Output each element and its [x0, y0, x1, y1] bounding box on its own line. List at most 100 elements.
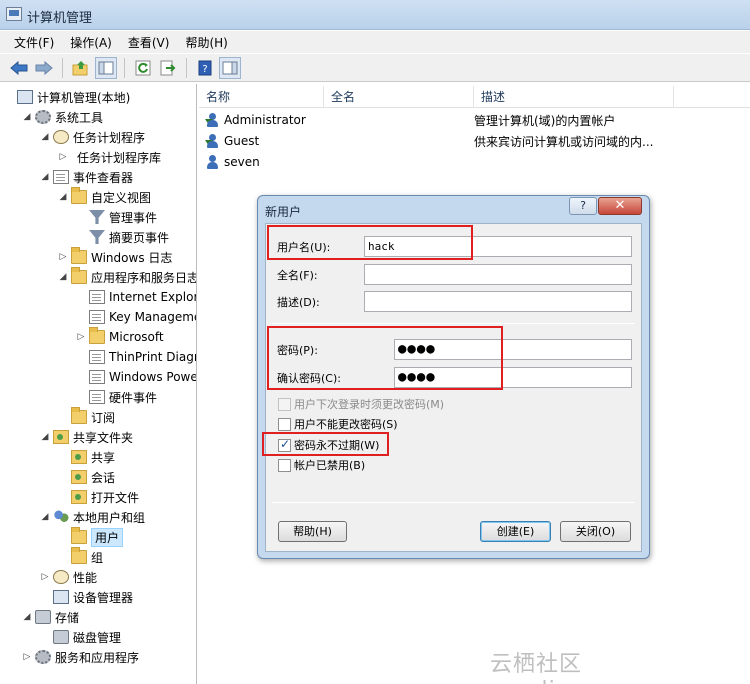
tree-item[interactable]: 订阅	[58, 407, 115, 427]
expand-arrow-icon[interactable]: ▷	[76, 332, 86, 342]
expand-arrow-icon[interactable]: ▷	[40, 572, 50, 582]
user-description-cell: 供来宾访问计算机或访问域的内...	[474, 134, 654, 149]
tree-item[interactable]: ◢ 共享文件夹	[40, 427, 133, 447]
action-pane-button[interactable]	[219, 56, 241, 79]
fullname-input[interactable]	[364, 264, 632, 285]
tree-item-label: Internet Explor	[109, 290, 197, 304]
computer-management-icon	[6, 7, 22, 21]
new-user-dialog: 新用户 ? ✕ 用户名(U): hack 全名(F): 描述(D): 密码(P)…	[257, 195, 650, 559]
tree-item[interactable]: 硬件事件	[76, 387, 157, 407]
refresh-icon	[135, 60, 151, 75]
filter-icon	[89, 210, 105, 224]
column-header-fullname[interactable]: 全名	[324, 86, 474, 108]
expand-arrow-icon[interactable]: ▷	[58, 252, 68, 262]
folder-icon	[71, 247, 87, 264]
user-name-text: seven	[224, 155, 260, 169]
tree-item[interactable]: ◢ 本地用户和组	[40, 507, 145, 527]
tree-item[interactable]: ThinPrint Diagr	[76, 347, 196, 367]
tree-item[interactable]: 设备管理器	[40, 587, 133, 607]
folder-icon	[71, 267, 87, 284]
table-row[interactable]: Administrator 管理计算机(域)的内置帐户	[199, 110, 750, 130]
tree-item[interactable]: Key Manageme	[76, 307, 196, 327]
menu-view[interactable]: 查看(V)	[122, 32, 176, 53]
tree-item[interactable]: Windows Powe	[76, 367, 197, 387]
menu-help[interactable]: 帮助(H)	[179, 32, 233, 53]
account-disabled-checkbox[interactable]: 帐户已禁用(B)	[278, 457, 365, 473]
forward-button[interactable]	[33, 57, 55, 79]
tree-item[interactable]: ◢ 应用程序和服务日志	[58, 267, 197, 287]
tree-item[interactable]: ▷ 性能	[40, 567, 97, 587]
tree-item[interactable]: ▷ Windows 日志	[58, 247, 172, 267]
disabled-arrow-icon	[205, 119, 213, 125]
tree-item[interactable]: ◢ 事件查看器	[40, 167, 133, 187]
user-name-text: Administrator	[224, 113, 306, 127]
tree-item-label: Windows 日志	[91, 250, 173, 265]
tree-item[interactable]: ◢ 自定义视图	[58, 187, 151, 207]
collapse-arrow-icon[interactable]: ◢	[40, 172, 50, 182]
create-button[interactable]: 创建(E)	[480, 521, 551, 542]
up-level-button[interactable]	[70, 57, 92, 79]
console-tree[interactable]: 计算机管理(本地) ◢ 系统工具 ◢ 任务计划程序 ▷ 任务计划程序库 ◢ 事件查看器 ◢ 自定义视…	[0, 84, 197, 684]
share-icon	[71, 490, 87, 504]
folder-icon	[71, 407, 87, 424]
collapse-arrow-icon[interactable]: ◢	[40, 132, 50, 142]
export-icon	[160, 60, 176, 75]
back-button[interactable]	[8, 57, 30, 79]
tree-item[interactable]: 共享	[58, 447, 115, 467]
help-dialog-button[interactable]: 帮助(H)	[278, 521, 347, 542]
menu-action[interactable]: 操作(A)	[64, 32, 118, 53]
tree-item-label: 应用程序和服务日志	[91, 270, 197, 285]
collapse-arrow-icon[interactable]: ◢	[22, 112, 32, 122]
collapse-arrow-icon[interactable]: ◢	[40, 512, 50, 522]
tree-item[interactable]: 组	[58, 547, 103, 567]
filter-icon	[89, 230, 105, 244]
device-icon	[53, 590, 69, 604]
expand-arrow-icon[interactable]: ▷	[58, 152, 68, 162]
tree-item[interactable]: 管理事件	[76, 207, 157, 227]
tree-item[interactable]: Internet Explor	[76, 287, 197, 307]
tree-item[interactable]: ◢ 存储	[22, 607, 79, 627]
tree-item[interactable]: 打开文件	[58, 487, 139, 507]
tools-icon	[35, 110, 51, 124]
dialog-close-titlebar-button[interactable]: ✕	[598, 197, 642, 215]
description-input[interactable]	[364, 291, 632, 312]
collapse-arrow-icon[interactable]: ◢	[40, 432, 50, 442]
tree-item[interactable]: 用户	[58, 527, 124, 547]
collapse-arrow-icon[interactable]: ◢	[58, 272, 68, 282]
tree-item[interactable]: ▷ Microsoft	[76, 327, 164, 347]
tree-item[interactable]: ◢ 系统工具	[22, 107, 103, 127]
dialog-help-titlebar-button[interactable]: ?	[569, 197, 597, 215]
must-change-password-checkbox: 用户下次登录时须更改密码(M)	[278, 396, 444, 412]
column-header-name[interactable]: 名称	[199, 86, 324, 108]
tree-item[interactable]: ▷ 任务计划程序库	[58, 147, 161, 167]
tree-item-label: 硬件事件	[109, 390, 158, 405]
checkbox-icon[interactable]	[278, 458, 291, 472]
disabled-arrow-icon	[205, 140, 213, 146]
tree-item-label: Windows Powe	[109, 370, 197, 384]
tree-item[interactable]: 摘要页事件	[76, 227, 169, 247]
collapse-arrow-icon[interactable]: ◢	[58, 192, 68, 202]
tree-item[interactable]: ▷ 服务和应用程序	[22, 647, 139, 667]
cannot-change-password-checkbox[interactable]: 用户不能更改密码(S)	[278, 416, 398, 432]
tree-item-label: 订阅	[91, 410, 116, 425]
show-hide-tree-button[interactable]	[95, 56, 117, 79]
tree-item-label: 共享	[91, 450, 116, 465]
expand-arrow-icon[interactable]: ▷	[22, 652, 32, 662]
checkbox-icon[interactable]	[278, 417, 291, 431]
user-name-cell: Administrator	[199, 112, 474, 128]
tree-item[interactable]: ◢ 任务计划程序	[40, 127, 145, 147]
collapse-arrow-icon[interactable]: ◢	[22, 612, 32, 622]
close-button[interactable]: 关闭(O)	[560, 521, 631, 542]
help-button[interactable]: ?	[194, 57, 216, 79]
menu-file[interactable]: 文件(F)	[8, 32, 60, 53]
refresh-button[interactable]	[132, 57, 154, 79]
column-header-description[interactable]: 描述	[474, 86, 674, 108]
export-list-button[interactable]	[157, 57, 179, 79]
tree-item[interactable]: 计算机管理(本地)	[4, 87, 130, 107]
clock-icon	[53, 130, 69, 144]
dialog-divider	[272, 502, 635, 503]
tree-item[interactable]: 磁盘管理	[40, 627, 121, 647]
table-row[interactable]: Guest 供来宾访问计算机或访问域的内...	[199, 131, 750, 151]
table-row[interactable]: seven	[199, 152, 750, 172]
tree-item[interactable]: 会话	[58, 467, 115, 487]
